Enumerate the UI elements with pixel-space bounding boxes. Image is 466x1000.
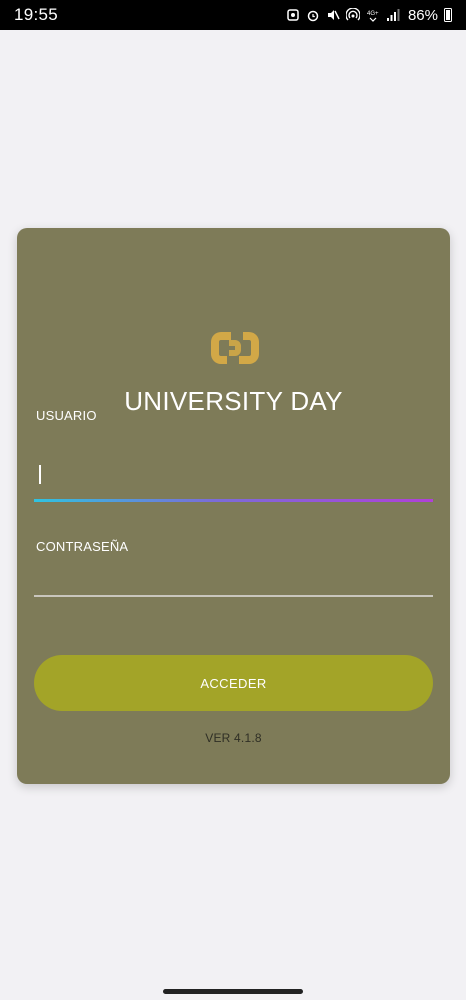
screenshot-icon (286, 8, 300, 22)
password-input[interactable] (34, 551, 433, 595)
username-focus-underline (34, 499, 433, 502)
battery-percent: 86% (407, 6, 438, 24)
battery-icon (444, 8, 452, 22)
app-logo-icon (211, 332, 259, 364)
password-underline (34, 595, 433, 597)
text-cursor (39, 465, 41, 484)
status-bar: 19:55 4G+ 86% (0, 0, 466, 30)
mute-icon (326, 8, 340, 22)
alarm-icon (306, 8, 320, 22)
username-label: USUARIO (36, 408, 97, 423)
gesture-nav-handle[interactable] (163, 989, 303, 994)
hotspot-icon (345, 8, 360, 22)
username-input[interactable] (34, 454, 433, 498)
wifi-4g-icon: 4G+ (366, 8, 380, 22)
login-card: UNIVERSITY DAY USUARIO CONTRASEÑA ACCEDE… (17, 228, 450, 784)
svg-text:4G+: 4G+ (367, 11, 379, 17)
login-button[interactable]: ACCEDER (34, 655, 433, 711)
version-label: VER 4.1.8 (205, 731, 262, 745)
status-time: 19:55 (14, 5, 59, 24)
status-icons: 4G+ 86% (286, 7, 452, 24)
signal-icon (386, 8, 400, 22)
